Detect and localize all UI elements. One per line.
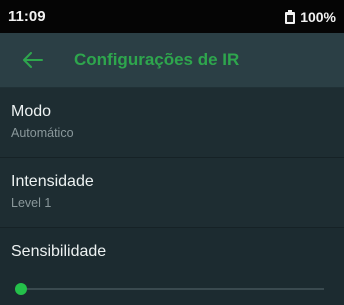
slider-thumb[interactable] <box>15 283 27 295</box>
page-title: Configurações de IR <box>74 50 240 69</box>
setting-mode-label: Modo <box>11 103 52 120</box>
back-button[interactable] <box>20 47 46 73</box>
battery-full-icon <box>285 9 296 24</box>
battery-percentage: 100% <box>300 8 336 25</box>
setting-sensitivity: Sensibilidade <box>0 228 344 305</box>
app-bar: Configurações de IR <box>0 33 344 88</box>
status-time: 11:09 <box>8 8 46 25</box>
status-bar: 11:09 100% <box>0 0 344 33</box>
setting-mode-value: Automático <box>11 126 74 140</box>
setting-intensity-label: Intensidade <box>11 173 94 190</box>
arrow-left-icon <box>23 52 43 68</box>
sensitivity-slider[interactable] <box>11 280 324 298</box>
setting-mode[interactable]: Modo Automático <box>0 88 344 158</box>
setting-intensity[interactable]: Intensidade Level 1 <box>0 158 344 228</box>
setting-sensitivity-label: Sensibilidade <box>11 243 107 260</box>
slider-track[interactable] <box>19 288 324 290</box>
setting-intensity-value: Level 1 <box>11 196 52 210</box>
battery-status: 100% <box>285 9 336 25</box>
